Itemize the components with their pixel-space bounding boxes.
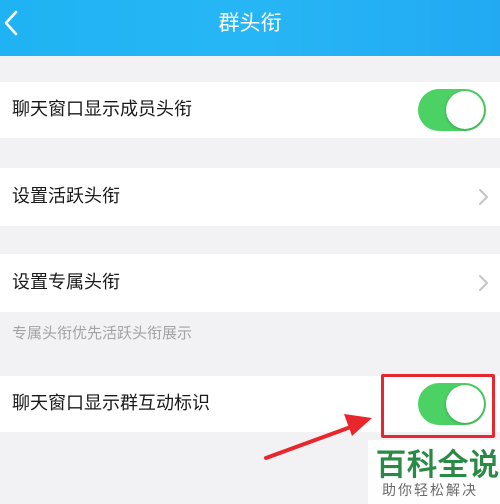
highlight-box xyxy=(381,374,495,438)
setting-label: 设置专属头衔 xyxy=(12,272,120,293)
chevron-right-icon xyxy=(479,189,488,205)
watermark-subtitle: 助你轻松解决 xyxy=(382,483,478,499)
watermark-logo: 百科全说 助你轻松解决 xyxy=(368,440,500,504)
setting-label: 设置活跃头衔 xyxy=(12,186,120,207)
setting-row-exclusive-title[interactable]: 设置专属头衔 xyxy=(0,254,500,312)
setting-row-show-member-title[interactable]: 聊天窗口显示成员头衔 xyxy=(0,82,500,138)
watermark-title: 百科全说 xyxy=(376,448,500,483)
show-member-title-toggle[interactable] xyxy=(418,89,486,131)
setting-label: 聊天窗口显示群互动标识 xyxy=(12,393,210,414)
setting-label: 聊天窗口显示成员头衔 xyxy=(12,99,192,120)
toggle-knob xyxy=(446,91,484,129)
chevron-right-icon xyxy=(479,275,488,291)
setting-row-active-title[interactable]: 设置活跃头衔 xyxy=(0,168,500,226)
hint-text: 专属头衔优先活跃头衔展示 xyxy=(12,324,193,342)
back-chevron-icon[interactable] xyxy=(0,0,30,56)
nav-bar: 群头衔 xyxy=(0,0,500,56)
page-title: 群头衔 xyxy=(218,11,282,35)
